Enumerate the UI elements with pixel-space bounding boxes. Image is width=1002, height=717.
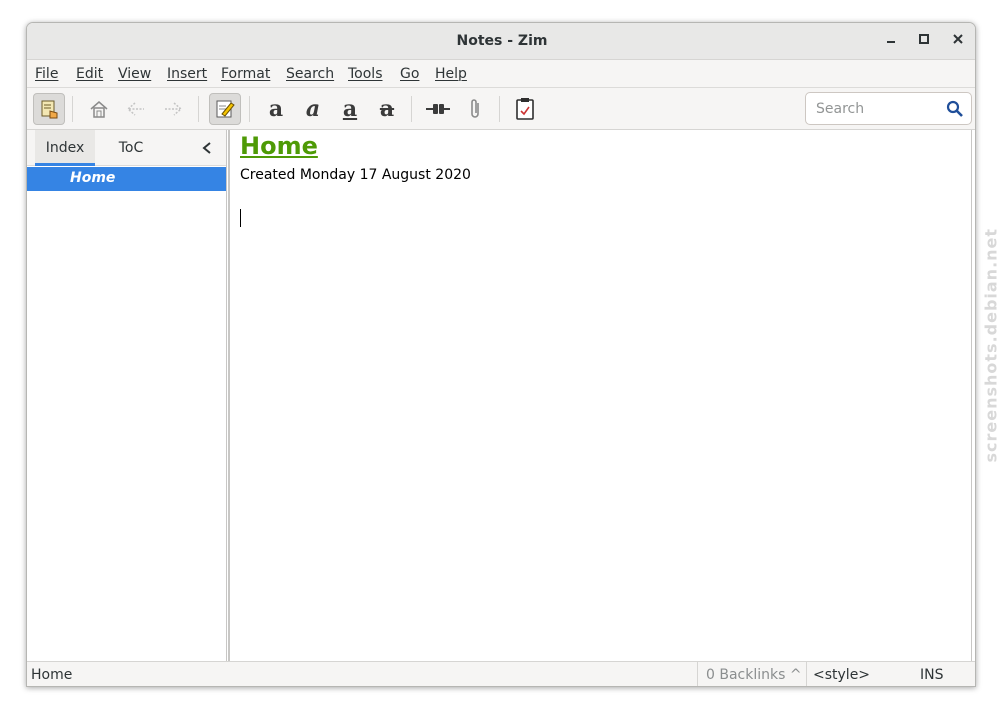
toolbar-separator <box>198 96 199 122</box>
sidebar-tabs: Index ToC <box>27 130 226 166</box>
edit-pencil-icon <box>216 100 235 118</box>
close-button[interactable] <box>949 32 967 50</box>
status-page-name: Home <box>31 667 73 683</box>
underline-icon: a <box>342 96 358 122</box>
status-separator <box>806 662 807 686</box>
clipboard-button[interactable] <box>509 93 541 125</box>
tab-index[interactable]: Index <box>35 130 95 166</box>
back-arrow-icon <box>126 102 144 116</box>
underline-button[interactable]: a <box>334 93 366 125</box>
index-sidebar: Index ToC Home <box>27 130 227 661</box>
watermark: screenshots.debian.net <box>981 227 1001 488</box>
index-item-home[interactable]: Home <box>27 167 226 191</box>
forward-button[interactable] <box>157 93 189 125</box>
toolbar-separator <box>249 96 250 122</box>
menu-search[interactable]: Search <box>286 66 334 82</box>
home-icon <box>90 101 108 118</box>
toolbar: a a a a <box>27 88 975 130</box>
italic-icon: a <box>305 96 321 122</box>
menu-file[interactable]: File <box>35 66 58 82</box>
status-style: <style> <box>813 667 871 683</box>
menu-insert[interactable]: Insert <box>167 66 207 82</box>
status-separator <box>697 662 698 686</box>
toolbar-separator <box>499 96 500 122</box>
created-date-text[interactable]: Created Monday 17 August 2020 <box>240 167 471 183</box>
window-title: Notes - Zim <box>456 33 548 49</box>
page-editor[interactable]: Home Created Monday 17 August 2020 <box>228 130 972 661</box>
watermark-text: screenshots.debian.net <box>981 227 1001 463</box>
tab-toc[interactable]: ToC <box>105 130 157 166</box>
maximize-button[interactable] <box>915 32 933 50</box>
app-window: Notes - Zim File Edit View Insert Format… <box>26 22 976 687</box>
bold-button[interactable]: a <box>260 93 292 125</box>
menu-view[interactable]: View <box>118 66 151 82</box>
menu-format[interactable]: Format <box>221 66 270 82</box>
menu-tools[interactable]: Tools <box>348 66 383 82</box>
status-insert-mode: INS <box>920 667 944 683</box>
menu-go[interactable]: Go <box>400 66 419 82</box>
toolbar-separator <box>72 96 73 122</box>
status-bar: Home 0 Backlinks ^ <style> INS <box>27 661 975 686</box>
toggle-index-button[interactable] <box>33 93 65 125</box>
forward-arrow-icon <box>165 102 183 116</box>
text-cursor <box>240 209 241 227</box>
link-plug-icon <box>426 104 450 114</box>
menu-help[interactable]: Help <box>435 66 467 82</box>
search-input[interactable] <box>814 98 943 120</box>
chevron-left-icon <box>202 142 211 154</box>
page-heading[interactable]: Home <box>240 132 318 160</box>
strikethrough-icon: a <box>379 96 395 122</box>
menu-edit[interactable]: Edit <box>76 66 103 82</box>
maximize-icon <box>919 34 929 44</box>
insert-link-button[interactable] <box>422 93 454 125</box>
title-bar: Notes - Zim <box>27 23 975 60</box>
strikethrough-button[interactable]: a <box>371 93 403 125</box>
minimize-icon <box>887 41 895 43</box>
paperclip-icon <box>471 99 479 118</box>
index-item-label: Home <box>70 170 116 186</box>
minimize-button[interactable] <box>882 32 900 50</box>
close-icon <box>953 34 963 44</box>
clipboard-icon <box>516 98 534 120</box>
search-icon[interactable] <box>946 100 964 118</box>
edit-page-button[interactable] <box>209 93 241 125</box>
italic-button[interactable]: a <box>297 93 329 125</box>
back-button[interactable] <box>120 93 152 125</box>
bold-icon: a <box>268 96 284 122</box>
attach-file-button[interactable] <box>459 93 491 125</box>
toolbar-separator <box>411 96 412 122</box>
search-box <box>805 92 972 125</box>
backlinks-button[interactable]: 0 Backlinks ^ <box>706 667 802 683</box>
home-button[interactable] <box>83 93 115 125</box>
menu-bar: File Edit View Insert Format Search Tool… <box>27 60 975 88</box>
collapse-sidebar-button[interactable] <box>195 130 219 166</box>
notebook-hand-icon <box>41 100 58 119</box>
